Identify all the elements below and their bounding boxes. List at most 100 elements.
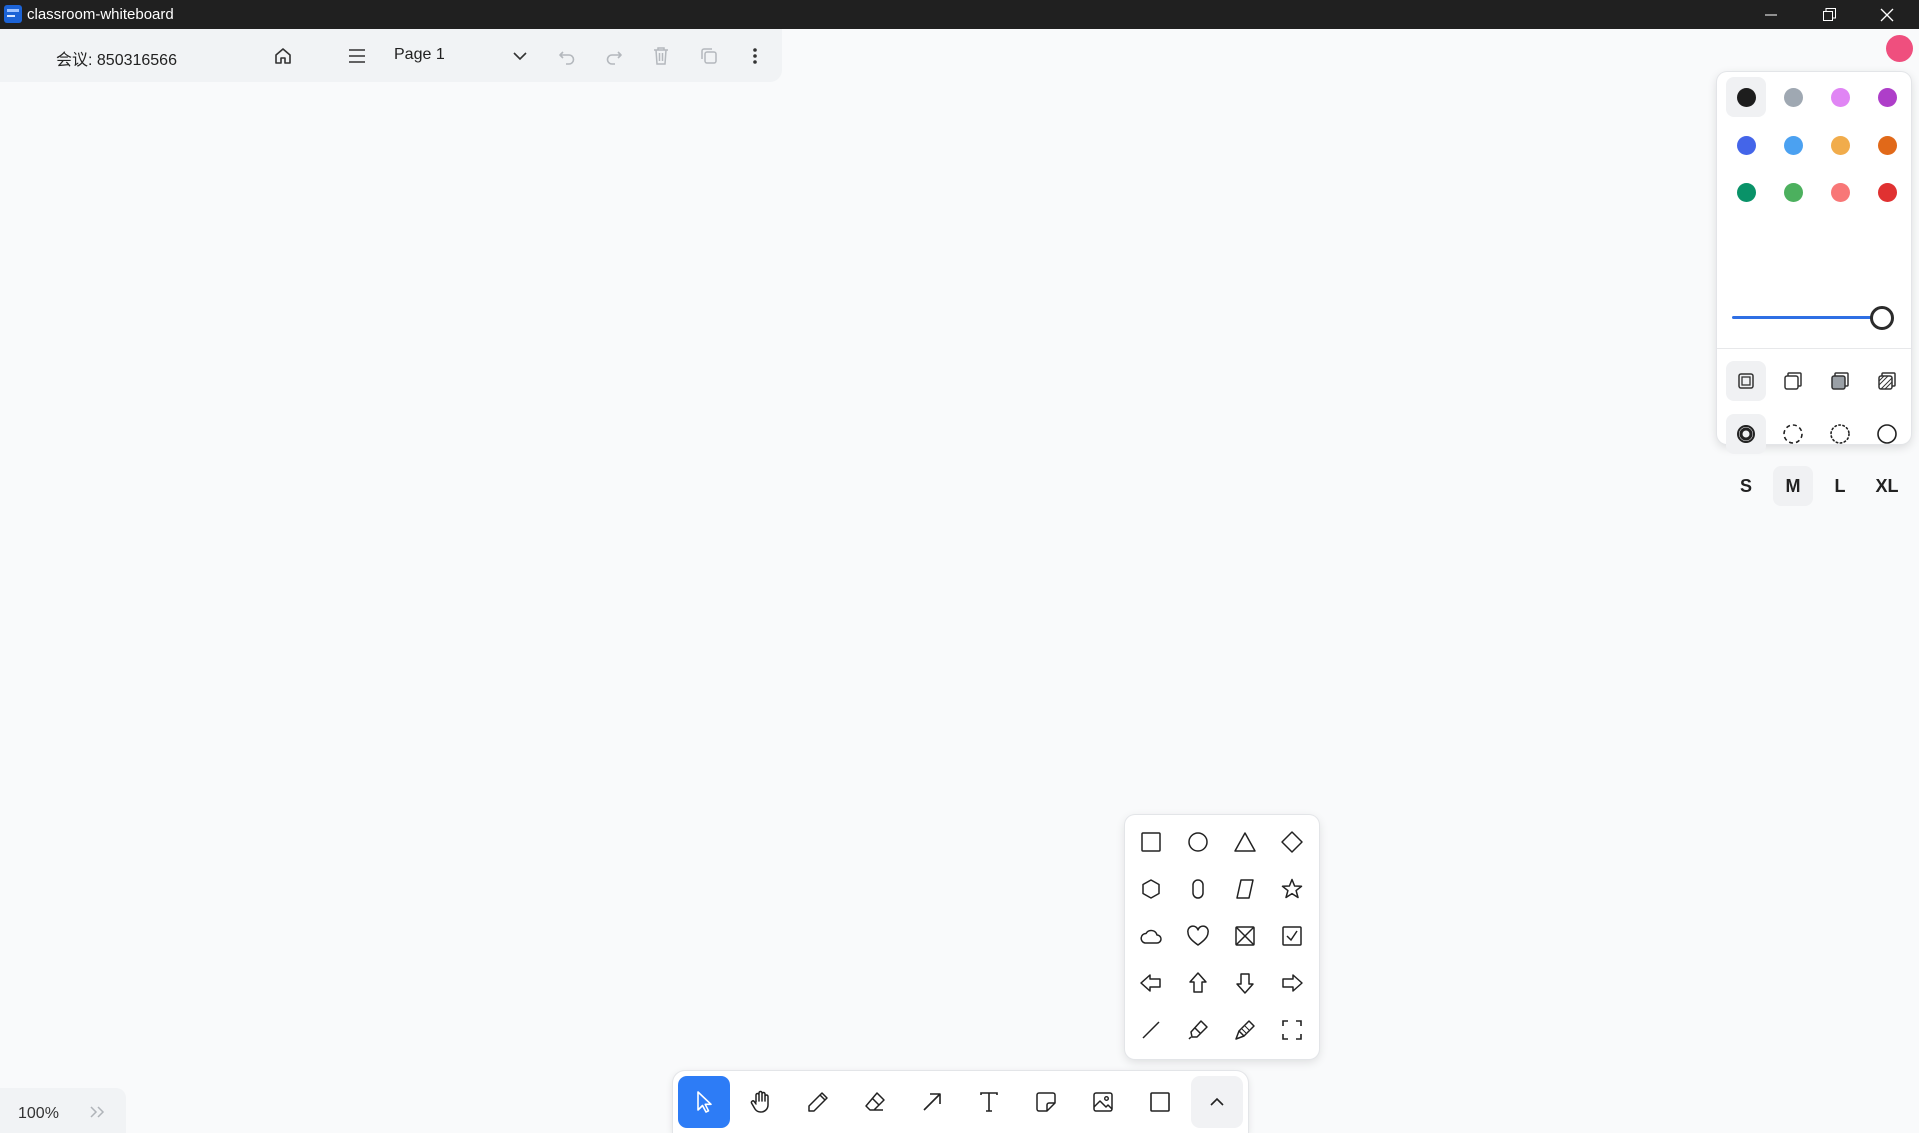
tool-laser[interactable] bbox=[1225, 1010, 1265, 1050]
close-button[interactable] bbox=[1858, 0, 1916, 29]
shape-arrow-left[interactable] bbox=[1131, 963, 1171, 1003]
hamburger-icon bbox=[349, 49, 365, 63]
undo-icon bbox=[559, 51, 575, 65]
dash-dashed-button[interactable] bbox=[1773, 414, 1813, 454]
fill-pattern-button[interactable] bbox=[1867, 361, 1907, 401]
window-title: classroom-whiteboard bbox=[27, 6, 174, 23]
shape-check-box[interactable] bbox=[1272, 916, 1312, 956]
vertical-dots-icon bbox=[753, 48, 757, 64]
duplicate-button[interactable] bbox=[696, 43, 722, 69]
dash-dotted-button[interactable] bbox=[1820, 414, 1860, 454]
size-l-button[interactable]: L bbox=[1820, 466, 1860, 506]
fill-solid-icon bbox=[1831, 372, 1849, 390]
dash-draw-icon bbox=[1737, 425, 1755, 443]
delete-button[interactable] bbox=[648, 43, 674, 69]
color-light-violet[interactable] bbox=[1820, 77, 1860, 117]
fill-semi-icon bbox=[1784, 372, 1802, 390]
redo-icon bbox=[606, 51, 622, 65]
shape-arrow-up[interactable] bbox=[1178, 963, 1218, 1003]
shape-x-box[interactable] bbox=[1225, 916, 1265, 956]
duplicate-icon bbox=[701, 48, 717, 64]
slider-track bbox=[1732, 316, 1882, 319]
fill-none-icon bbox=[1738, 373, 1754, 389]
slider-thumb[interactable] bbox=[1870, 306, 1894, 330]
tool-draw[interactable] bbox=[792, 1076, 844, 1128]
shape-arrow-down[interactable] bbox=[1225, 963, 1265, 1003]
text-icon bbox=[980, 1092, 998, 1112]
color-grey[interactable] bbox=[1773, 77, 1813, 117]
redo-button[interactable] bbox=[601, 43, 627, 69]
shape-rectangle[interactable] bbox=[1131, 822, 1171, 862]
arrow-down-icon bbox=[1236, 973, 1254, 994]
tool-select[interactable] bbox=[678, 1076, 730, 1128]
more-options-button[interactable] bbox=[742, 43, 768, 69]
opacity-slider[interactable] bbox=[1732, 305, 1896, 330]
ellipse-icon bbox=[1188, 832, 1208, 852]
tool-hand[interactable] bbox=[735, 1076, 787, 1128]
zoom-menu[interactable]: 100% bbox=[0, 1088, 126, 1133]
page-name[interactable]: Page 1 bbox=[394, 46, 445, 64]
size-m-button[interactable]: M bbox=[1773, 466, 1813, 506]
shape-arrow-right[interactable] bbox=[1272, 963, 1312, 1003]
arrow-right-icon bbox=[1282, 974, 1303, 992]
shape-star[interactable] bbox=[1272, 869, 1312, 909]
dash-dashed-icon bbox=[1783, 424, 1803, 444]
color-light-red[interactable] bbox=[1820, 172, 1860, 212]
color-red[interactable] bbox=[1867, 172, 1907, 212]
top-toolbar: 会议: 850316566 Page 1 bbox=[0, 29, 782, 82]
restore-button[interactable] bbox=[1800, 0, 1858, 29]
shape-hexagon[interactable] bbox=[1131, 869, 1171, 909]
tool-text[interactable] bbox=[963, 1076, 1015, 1128]
color-violet[interactable] bbox=[1867, 77, 1907, 117]
shape-diamond[interactable] bbox=[1272, 822, 1312, 862]
fill-solid-button[interactable] bbox=[1820, 361, 1860, 401]
dash-solid-button[interactable] bbox=[1867, 414, 1907, 454]
tool-highlight[interactable] bbox=[1178, 1010, 1218, 1050]
page-dropdown-button[interactable] bbox=[507, 43, 533, 69]
tool-note[interactable] bbox=[1020, 1076, 1072, 1128]
eraser-icon bbox=[865, 1092, 885, 1111]
laser-icon bbox=[1235, 1020, 1255, 1040]
shape-ellipse[interactable] bbox=[1178, 822, 1218, 862]
undo-button[interactable] bbox=[554, 43, 580, 69]
color-yellow[interactable] bbox=[1820, 125, 1860, 165]
tool-eraser[interactable] bbox=[849, 1076, 901, 1128]
highlighter-icon bbox=[1188, 1020, 1208, 1040]
size-xl-button[interactable]: XL bbox=[1867, 466, 1907, 506]
size-s-button[interactable]: S bbox=[1726, 466, 1766, 506]
frame-icon bbox=[1282, 1020, 1302, 1040]
tool-line[interactable] bbox=[1131, 1010, 1171, 1050]
color-green[interactable] bbox=[1726, 172, 1766, 212]
tool-frame[interactable] bbox=[1272, 1010, 1312, 1050]
color-light-blue[interactable] bbox=[1773, 125, 1813, 165]
arrow-left-icon bbox=[1140, 974, 1161, 992]
shape-oval[interactable] bbox=[1178, 869, 1218, 909]
sticky-note-icon bbox=[1036, 1092, 1056, 1112]
tool-arrow[interactable] bbox=[906, 1076, 958, 1128]
shape-triangle[interactable] bbox=[1225, 822, 1265, 862]
dash-draw-button[interactable] bbox=[1726, 414, 1766, 454]
arrow-up-icon bbox=[1189, 972, 1207, 993]
shape-trapezoid[interactable] bbox=[1225, 869, 1265, 909]
shape-cloud[interactable] bbox=[1131, 916, 1171, 956]
shape-heart[interactable] bbox=[1178, 916, 1218, 956]
cursor-icon bbox=[697, 1091, 712, 1113]
minimize-button[interactable] bbox=[1742, 0, 1800, 29]
diamond-icon bbox=[1281, 831, 1303, 853]
tool-rectangle[interactable] bbox=[1134, 1076, 1186, 1128]
hexagon-icon bbox=[1142, 879, 1160, 899]
color-light-green[interactable] bbox=[1773, 172, 1813, 212]
color-blue[interactable] bbox=[1726, 125, 1766, 165]
user-avatar[interactable] bbox=[1886, 35, 1913, 62]
shapes-panel bbox=[1125, 815, 1319, 1059]
more-tools-button[interactable] bbox=[1191, 1076, 1243, 1128]
fill-semi-button[interactable] bbox=[1773, 361, 1813, 401]
color-orange[interactable] bbox=[1867, 125, 1907, 165]
home-button[interactable] bbox=[270, 43, 296, 69]
fill-none-button[interactable] bbox=[1726, 361, 1766, 401]
color-black[interactable] bbox=[1726, 77, 1766, 117]
line-icon bbox=[1142, 1021, 1160, 1039]
expand-minimap-button[interactable] bbox=[89, 1105, 107, 1119]
menu-button[interactable] bbox=[344, 43, 370, 69]
tool-asset[interactable] bbox=[1077, 1076, 1129, 1128]
